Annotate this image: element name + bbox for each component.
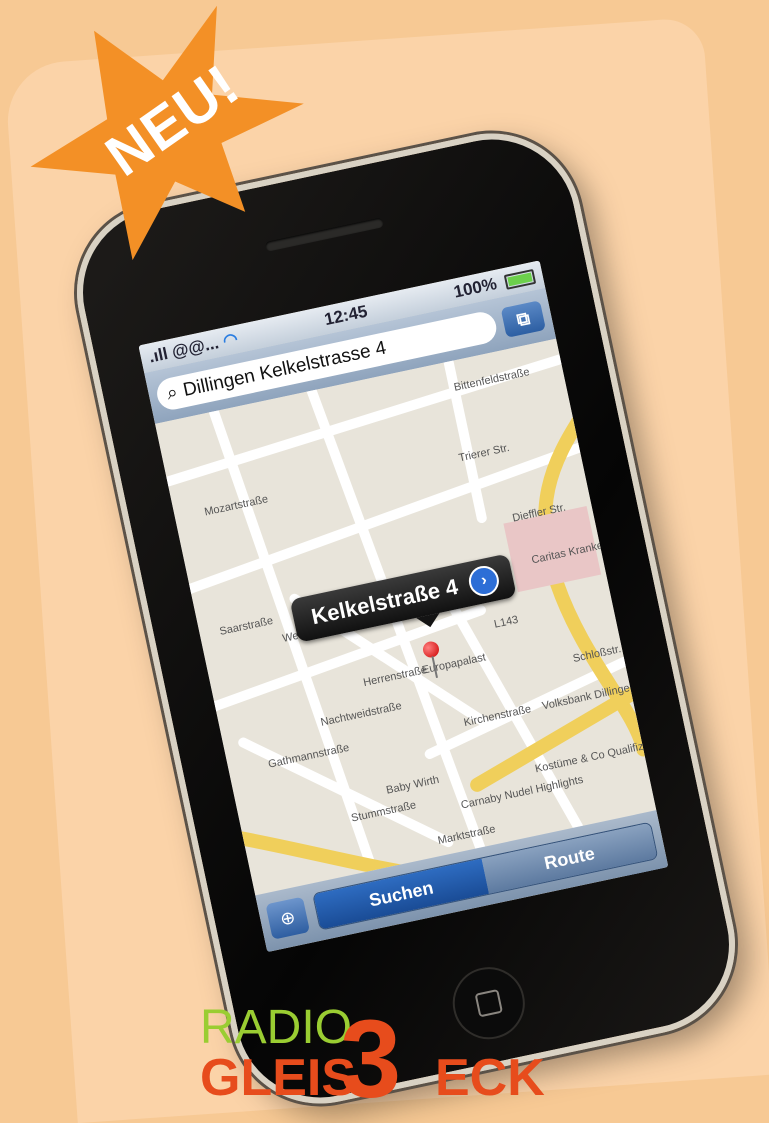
- brand-radio: RADIO: [200, 1001, 353, 1054]
- battery-level: 100%: [452, 274, 499, 302]
- crosshair-icon: ⊕: [278, 906, 298, 930]
- phone-screen: .ıll @@... ◠ 12:45 100% ⌕ Dillingen Kelk…: [138, 260, 669, 953]
- wifi-icon: ◠: [221, 329, 240, 351]
- brand-gleis: GLEIS: [200, 1049, 357, 1107]
- battery-icon: [503, 268, 537, 290]
- brand-eck: ECK: [435, 1049, 545, 1107]
- speaker-grille: [264, 217, 385, 252]
- magnifier-icon: ⌕: [164, 381, 180, 405]
- locate-me-button[interactable]: ⊕: [265, 896, 311, 940]
- brand-logo: RADIO 3 GLEIS ECK: [200, 998, 600, 1121]
- map-view[interactable]: Bittenfeldstraße Trierer Str. Mozartstra…: [152, 338, 669, 952]
- book-icon: ⧉: [514, 307, 532, 330]
- bookmarks-button[interactable]: ⧉: [500, 300, 546, 338]
- detail-disclosure-icon[interactable]: ›: [466, 563, 502, 599]
